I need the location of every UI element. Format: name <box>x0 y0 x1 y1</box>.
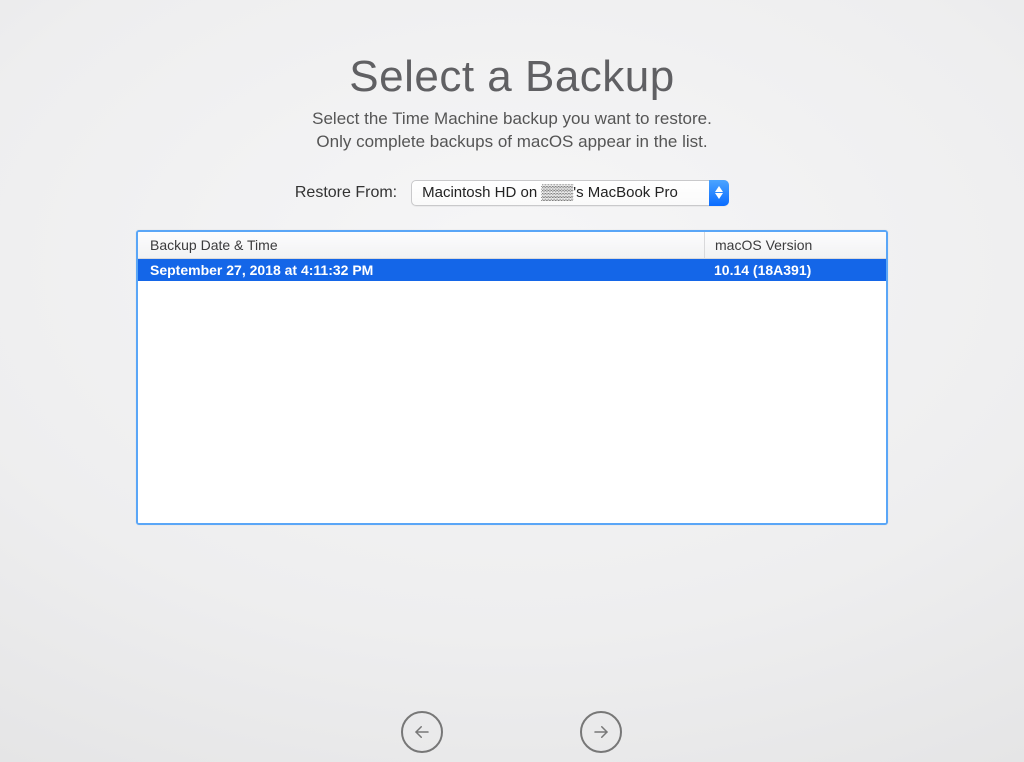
table-header: Backup Date & Time macOS Version <box>138 232 886 259</box>
continue-button[interactable]: Continue <box>571 711 631 762</box>
cell-version: 10.14 (18A391) <box>704 262 886 278</box>
table-body[interactable]: September 27, 2018 at 4:11:32 PM 10.14 (… <box>138 259 886 523</box>
backup-table: Backup Date & Time macOS Version Septemb… <box>136 230 888 525</box>
subtitle-line-2: Only complete backups of macOS appear in… <box>316 132 707 151</box>
arrow-right-icon <box>580 711 622 753</box>
go-back-button[interactable]: Go Back <box>393 711 451 762</box>
restore-from-row: Restore From: Macintosh HD on ▒▒▒'s MacB… <box>0 180 1024 206</box>
page-subtitle: Select the Time Machine backup you want … <box>0 108 1024 154</box>
arrow-left-icon <box>401 711 443 753</box>
subtitle-line-1: Select the Time Machine backup you want … <box>312 109 712 128</box>
restore-from-popup[interactable]: Macintosh HD on ▒▒▒'s MacBook Pro <box>411 180 729 206</box>
chevron-up-down-icon <box>709 180 729 206</box>
column-header-version[interactable]: macOS Version <box>704 232 886 258</box>
page-title: Select a Backup <box>0 52 1024 102</box>
restore-from-label: Restore From: <box>295 184 397 202</box>
restore-from-selected: Macintosh HD on ▒▒▒'s MacBook Pro <box>412 184 709 201</box>
nav-bar: Go Back Continue <box>0 711 1024 762</box>
table-row[interactable]: September 27, 2018 at 4:11:32 PM 10.14 (… <box>138 259 886 281</box>
cell-date: September 27, 2018 at 4:11:32 PM <box>138 262 704 278</box>
column-header-date[interactable]: Backup Date & Time <box>138 237 704 253</box>
